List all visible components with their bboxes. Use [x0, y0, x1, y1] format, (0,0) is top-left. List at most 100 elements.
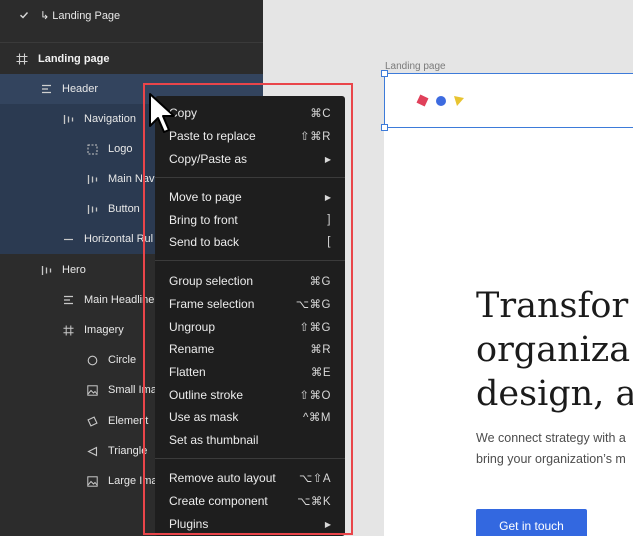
divider [0, 42, 263, 43]
menu-separator [155, 177, 345, 178]
menu-item-ungroup[interactable]: Ungroup ⇧⌘G [155, 316, 345, 338]
menu-item-shortcut: ⇧⌘G [299, 322, 331, 334]
layer-label: Circle [108, 354, 137, 366]
hero-subtext-line: We connect strategy with a [476, 431, 626, 445]
frame-title-label[interactable]: Landing page [385, 61, 446, 72]
menu-item-label: Group selection [169, 274, 254, 288]
menu-item-label: Flatten [169, 365, 206, 379]
menu-item-paste-to-replace[interactable]: Paste to replace ⇧⌘R [155, 125, 345, 147]
resize-handle-top-left[interactable] [381, 70, 388, 77]
menu-item-label: Bring to front [169, 213, 238, 227]
layer-label: Navigation [84, 113, 136, 125]
menu-item-shortcut: ⇧⌘O [299, 390, 331, 402]
layer-label: Logo [108, 143, 133, 155]
triangle-icon [86, 445, 98, 457]
menu-item-label: Frame selection [169, 297, 255, 311]
auto-layout-icon [62, 113, 74, 125]
menu-item-set-as-thumbnail[interactable]: Set as thumbnail [155, 429, 345, 451]
menu-separator [155, 458, 345, 459]
layer-label: Triangle [108, 445, 148, 457]
menu-item-label: Remove auto layout [169, 471, 276, 485]
submenu-arrow-icon: ▶ [324, 192, 331, 202]
layer-label: Landing page [38, 53, 110, 65]
menu-item-label: Copy/Paste as [169, 152, 248, 166]
menu-item-label: Paste to replace [169, 129, 256, 143]
layer-label: ↳ Landing Page [40, 9, 121, 22]
menu-item-shortcut: ⌥⌘G [295, 299, 331, 311]
menu-item-move-to-page[interactable]: Move to page ▶ [155, 186, 345, 208]
layer-label: Main Navi [108, 173, 157, 185]
header-selection-outline [384, 73, 633, 128]
menu-item-shortcut: ⌘C [310, 108, 331, 120]
menu-item-shortcut: [ [327, 236, 331, 248]
hero-headline-line: Transfor [476, 286, 629, 326]
menu-item-label: Rename [169, 342, 215, 356]
check-icon [18, 9, 30, 21]
menu-item-outline-stroke[interactable]: Outline stroke ⇧⌘O [155, 384, 345, 406]
menu-item-bring-to-front[interactable]: Bring to front ] [155, 209, 345, 231]
submenu-arrow-icon: ▶ [324, 519, 331, 529]
context-menu: Copy ⌘C Paste to replace ⇧⌘R Copy/Paste … [155, 96, 345, 536]
menu-item-frame-selection[interactable]: Frame selection ⌥⌘G [155, 293, 345, 315]
menu-item-shortcut: ] [327, 214, 331, 226]
menu-item-shortcut: ⌘E [310, 367, 331, 379]
menu-item-label: Use as mask [169, 410, 239, 424]
menu-item-flatten[interactable]: Flatten ⌘E [155, 361, 345, 383]
menu-separator [155, 260, 345, 261]
menu-item-shortcut: ⇧⌘R [300, 131, 331, 143]
menu-item-label: Send to back [169, 235, 240, 249]
layer-label: Button [108, 203, 140, 215]
layer-label: Large Ima [108, 475, 158, 487]
line-icon [62, 233, 74, 245]
menu-item-remove-auto-layout[interactable]: Remove auto layout ⌥⇧A [155, 467, 345, 489]
hero-subtext[interactable]: We connect strategy with a bring your or… [476, 428, 626, 470]
menu-item-label: Set as thumbnail [169, 433, 259, 447]
menu-item-send-to-back[interactable]: Send to back [ [155, 231, 345, 253]
menu-item-plugins[interactable]: Plugins ▶ [155, 513, 345, 535]
text-align-icon [40, 83, 52, 95]
menu-item-shortcut: ⌥⌘K [297, 496, 331, 508]
layer-label: Element [108, 415, 149, 427]
menu-item-create-component[interactable]: Create component ⌥⌘K [155, 490, 345, 512]
auto-layout-icon [86, 173, 98, 185]
resize-handle-bottom-left[interactable] [381, 124, 388, 131]
menu-item-use-as-mask[interactable]: Use as mask ^⌘M [155, 406, 345, 428]
layer-label: Hero [62, 264, 86, 276]
frame-icon [16, 53, 28, 65]
menu-item-label: Outline stroke [169, 388, 244, 402]
menu-item-group-selection[interactable]: Group selection ⌘G [155, 270, 345, 292]
menu-item-rename[interactable]: Rename ⌘R [155, 338, 345, 360]
image-icon [86, 384, 98, 396]
layer-label: Header [62, 83, 99, 95]
auto-layout-icon [86, 203, 98, 215]
layer-frame-landing-page[interactable]: Landing page [0, 44, 263, 74]
layer-label: Small Ima [108, 384, 157, 396]
menu-item-shortcut: ^⌘M [303, 412, 331, 424]
menu-item-label: Plugins [169, 517, 209, 531]
hero-headline[interactable]: Transfor organiza design, a [476, 284, 633, 416]
frame-icon [62, 324, 74, 336]
menu-item-shortcut: ⌥⇧A [298, 473, 331, 485]
menu-item-label: Copy [169, 106, 198, 120]
polygon-icon [86, 415, 98, 427]
menu-item-shortcut: ⌘G [309, 276, 331, 288]
menu-item-copy[interactable]: Copy ⌘C [155, 102, 345, 124]
menu-item-copy-paste-as[interactable]: Copy/Paste as ▶ [155, 148, 345, 170]
layer-label: Imagery [84, 324, 124, 336]
layer-label: Horizontal Rul [84, 233, 154, 245]
layer-label: Main Headline [84, 294, 155, 306]
menu-item-label: Ungroup [169, 320, 216, 334]
menu-item-label: Move to page [169, 190, 242, 204]
text-align-icon [62, 294, 74, 306]
get-in-touch-button[interactable]: Get in touch [476, 509, 587, 536]
layer-page-landing[interactable]: ↳ Landing Page [0, 0, 263, 30]
image-icon [86, 475, 98, 487]
auto-layout-icon [40, 264, 52, 276]
hero-headline-line: organiza [476, 330, 631, 370]
dashed-frame-icon [86, 143, 98, 155]
menu-item-label: Create component [169, 494, 268, 508]
hero-subtext-line: bring your organization’s m [476, 452, 626, 466]
submenu-arrow-icon: ▶ [324, 154, 331, 164]
circle-icon [86, 354, 98, 366]
hero-headline-line: design, a [476, 374, 633, 414]
